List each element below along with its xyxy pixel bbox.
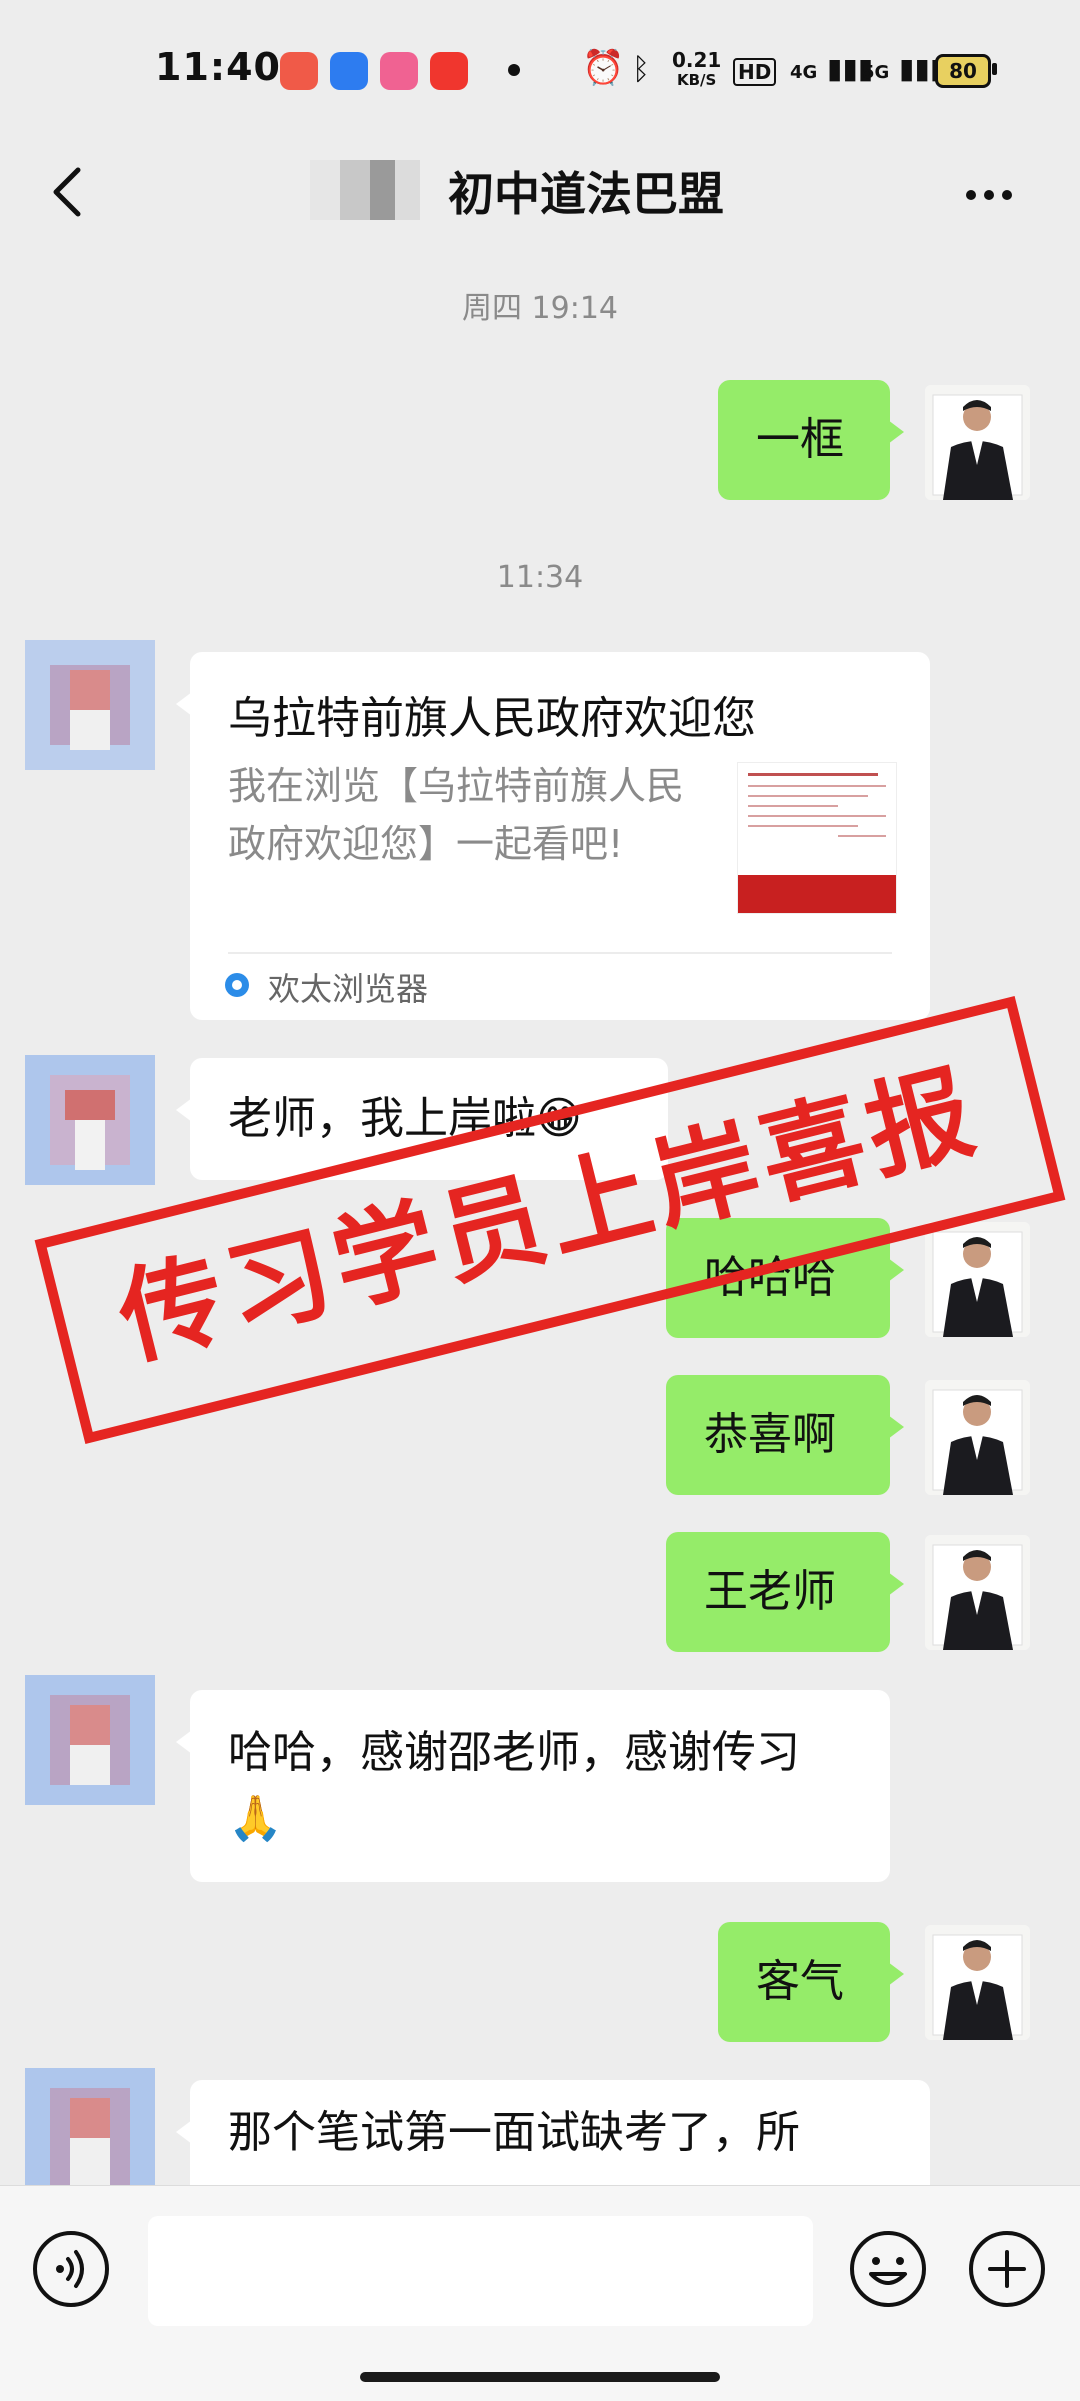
my-avatar[interactable] (925, 1380, 1030, 1495)
net-speed-unit: KB/S (677, 71, 717, 89)
music-app-icon (280, 52, 318, 90)
notification-dot-icon (508, 64, 520, 76)
signal-4g-label: 4G (790, 62, 818, 83)
timestamp: 11:34 (496, 560, 584, 595)
card-thumbnail (737, 762, 897, 914)
emoji-icon[interactable] (847, 2228, 929, 2310)
signal-5g-label: 5G (862, 62, 890, 83)
bilibili-app-icon (380, 52, 418, 90)
contact-avatar-blurred[interactable] (25, 1055, 155, 1185)
message-text: 哈哈哈 (704, 1252, 836, 1303)
message-bubble-sent[interactable]: 王老师 (666, 1532, 904, 1652)
my-avatar[interactable] (925, 1535, 1030, 1650)
message-text-content: 哈哈，感谢邵老师，感谢传习 (228, 1727, 800, 1778)
back-icon[interactable] (40, 162, 100, 222)
message-bubble-sent[interactable]: 哈哈哈 (666, 1218, 904, 1338)
battery-icon: 80 (935, 54, 991, 88)
battery-tip (992, 63, 997, 75)
pray-emoji-icon: 🙏 (228, 1793, 283, 1844)
chat-title: 初中道法巴盟 (448, 167, 724, 221)
card-source: 欢太浏览器 (268, 970, 429, 1008)
signal-4g: 4G ▮▮▮ (790, 52, 874, 85)
contact-avatar-blurred[interactable] (25, 2068, 155, 2185)
status-time: 11:40 (155, 45, 281, 89)
message-text: 恭喜啊 (704, 1409, 836, 1460)
bluetooth-icon: ᛒ (632, 52, 650, 87)
voice-icon[interactable] (30, 2228, 112, 2310)
card-title: 乌拉特前旗人民政府欢迎您 (228, 693, 756, 744)
more-icon[interactable] (966, 185, 1026, 200)
message-bubble-sent[interactable]: 客气 (718, 1922, 904, 2042)
message-text: 一框 (756, 414, 844, 465)
message-text-content: 老师，我上岸啦 (228, 1093, 536, 1144)
toutiao-app-icon (430, 52, 468, 90)
contact-avatar-blurred[interactable] (25, 1675, 155, 1805)
signal-5g: 5G ▮▮▮ (862, 52, 946, 85)
chat-header: 初中道法巴盟 (0, 140, 1080, 260)
contact-avatar-blurred[interactable] (25, 640, 155, 770)
message-text: 那个笔试第一面试缺考了，所 (228, 2107, 800, 2158)
message-input[interactable] (148, 2216, 813, 2326)
message-text: 客气 (756, 1956, 844, 2007)
message-text: 哈哈，感谢邵老师，感谢传习 🙏 (190, 1690, 890, 1852)
message-bubble-received[interactable]: 老师，我上岸啦😁 (176, 1058, 668, 1180)
timestamp: 周四 19:14 (462, 291, 618, 326)
message-bubble-sent[interactable]: 一框 (718, 380, 904, 500)
input-bar (0, 2185, 1080, 2401)
link-card[interactable]: 乌拉特前旗人民政府欢迎您 我在浏览【乌拉特前旗人民政府欢迎您】一起看吧! 欢太浏… (176, 652, 930, 1020)
group-avatar-blurred (310, 160, 420, 220)
status-bar: 11:40 ⏰ ᛒ 0.21 KB/S HD 4G ▮▮▮ 5G ▮▮▮ 80 (0, 0, 1080, 140)
my-avatar[interactable] (925, 1222, 1030, 1337)
net-speed-value: 0.21 (672, 48, 722, 72)
plus-icon[interactable] (966, 2228, 1048, 2310)
browser-icon (225, 973, 249, 997)
alarm-icon: ⏰ (582, 48, 625, 88)
message-bubble-received[interactable]: 那个笔试第一面试缺考了，所 (176, 2080, 930, 2185)
grin-emoji-icon: 😁 (536, 1093, 582, 1144)
message-text: 老师，我上岸啦😁 (190, 1058, 668, 1180)
my-avatar[interactable] (925, 1925, 1030, 2040)
net-speed: 0.21 KB/S (672, 50, 721, 90)
message-bubble-received[interactable]: 哈哈，感谢邵老师，感谢传习 🙏 (176, 1690, 890, 1882)
infinity-app-icon (330, 52, 368, 90)
card-description: 我在浏览【乌拉特前旗人民政府欢迎您】一起看吧! (228, 764, 685, 866)
message-text: 王老师 (704, 1566, 836, 1617)
hd-badge: HD (733, 58, 777, 86)
home-indicator[interactable] (360, 2372, 720, 2382)
message-bubble-sent[interactable]: 恭喜啊 (666, 1375, 904, 1495)
card-divider (228, 952, 892, 954)
my-avatar[interactable] (925, 385, 1030, 500)
